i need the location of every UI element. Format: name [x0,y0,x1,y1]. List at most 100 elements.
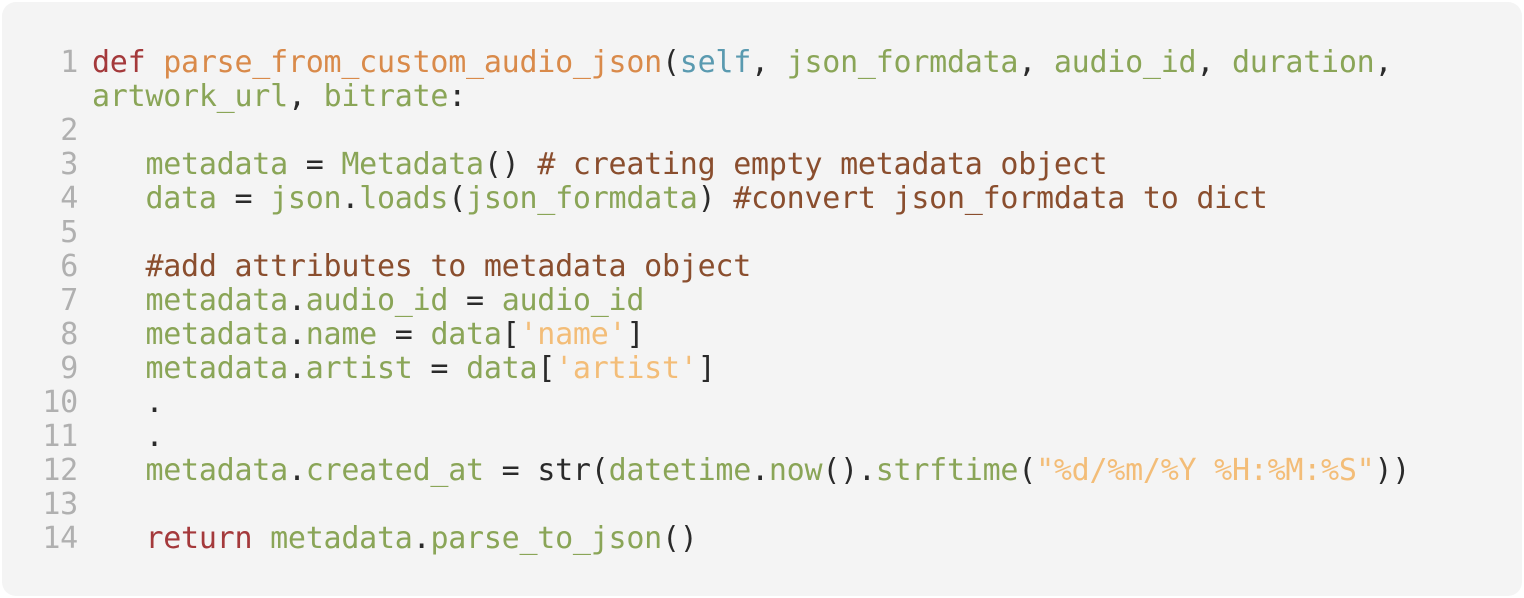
code-line: 13 [2,488,1522,522]
code-line: 12 metadata.created_at = str(datetime.no… [2,454,1522,488]
code-token: metadata [270,521,413,556]
code-token: json [270,181,342,216]
code-token: (). [822,453,876,488]
code-token: 'artist' [555,351,698,386]
code-token: [ [501,317,520,352]
code-token: . [751,453,769,488]
line-number: 12 [42,453,78,488]
code-token: audio_id [501,283,645,318]
code-token: : [448,79,467,114]
code-token: . [145,419,164,454]
code-token: name [305,317,378,352]
code-token: ] [697,351,716,386]
code-token: ( [1018,453,1037,488]
code-line: 11 . [2,420,1522,454]
code-token: #add attributes to metadata object [145,249,752,284]
code-line: 6 #add attributes to metadata object [2,250,1522,284]
code-token: data [145,181,217,216]
code-token: = [412,351,467,386]
code-token: , [1196,45,1232,80]
code-token: . [287,453,306,488]
code-token: . [412,521,431,556]
code-token: , [287,79,324,114]
code-line: 2 [2,114,1522,148]
code-token: , [751,45,787,80]
code-token: datetime [608,453,752,488]
code-token: metadata [145,351,288,386]
code-token: self [679,45,752,80]
code-token: . [341,181,360,216]
code-token: artist [305,351,413,386]
line-content: . [92,386,163,420]
code-token: parse_to_json [430,521,662,556]
line-number: 5 [60,215,78,250]
line-number: 4 [60,181,78,216]
code-token: ( [448,181,467,216]
code-line: 1 def parse_from_custom_audio_json(self, … [2,46,1522,80]
code-token: ( [661,45,680,80]
code-token: parse_from_custom_audio_json [163,45,662,80]
code-line: 5 [2,216,1522,250]
code-token: = [448,283,502,318]
line-content: def parse_from_custom_audio_json(self, j… [92,45,1393,80]
code-line: artwork_url, bitrate: [2,80,1522,114]
line-number: 13 [42,487,78,522]
code-token: metadata [145,453,288,488]
code-token: metadata [145,283,288,318]
code-token: audio_id [305,283,449,318]
line-content: metadata.audio_id = audio_id [92,284,644,318]
line-content: metadata.created_at = str(datetime.now()… [92,454,1410,488]
code-token: loads [359,181,449,216]
code-token: metadata [145,147,288,182]
code-line: 9 metadata.artist = data['artist'] [2,352,1522,386]
code-token: metadata [145,317,288,352]
code-token: ] [626,317,645,352]
code-token: [ [537,351,556,386]
line-content: . [92,420,163,454]
line-content: artwork_url, bitrate: [92,80,466,114]
line-number: 2 [60,113,78,148]
line-content: metadata.artist = data['artist'] [92,352,715,386]
code-token: strftime [875,453,1019,488]
code-token: ) [697,181,734,216]
code-token: () [662,521,698,556]
code-token: , [1374,45,1393,80]
code-token: . [287,351,306,386]
code-token: artwork_url [92,79,288,114]
line-number: 11 [42,419,78,454]
code-body: 1 def parse_from_custom_audio_json(self, … [2,46,1522,556]
line-number: 3 [60,147,78,182]
code-token: duration [1231,45,1375,80]
code-token: now [768,453,823,488]
code-token: return [145,521,253,556]
code-line: 4 data = json.loads(json_formdata) #conv… [2,182,1522,216]
code-token: bitrate [323,79,449,114]
code-token: , [1018,45,1054,80]
code-line: 7 metadata.audio_id = audio_id [2,284,1522,318]
line-number: 9 [60,351,78,386]
line-number: 6 [60,249,78,284]
code-token: # creating empty metadata object [537,147,1108,182]
code-token: created_at [305,453,484,488]
code-token: . [287,317,306,352]
code-token: = [377,317,431,352]
code-token: json_formdata [786,45,1019,80]
code-line: 10 . [2,386,1522,420]
code-line: 8 metadata.name = data['name'] [2,318,1522,352]
line-number: 8 [60,317,78,352]
code-token: #convert json_formdata to dict [733,181,1268,216]
code-token: . [145,385,164,420]
code-block: 1 def parse_from_custom_audio_json(self, … [2,2,1522,596]
code-token: 'name' [519,317,627,352]
